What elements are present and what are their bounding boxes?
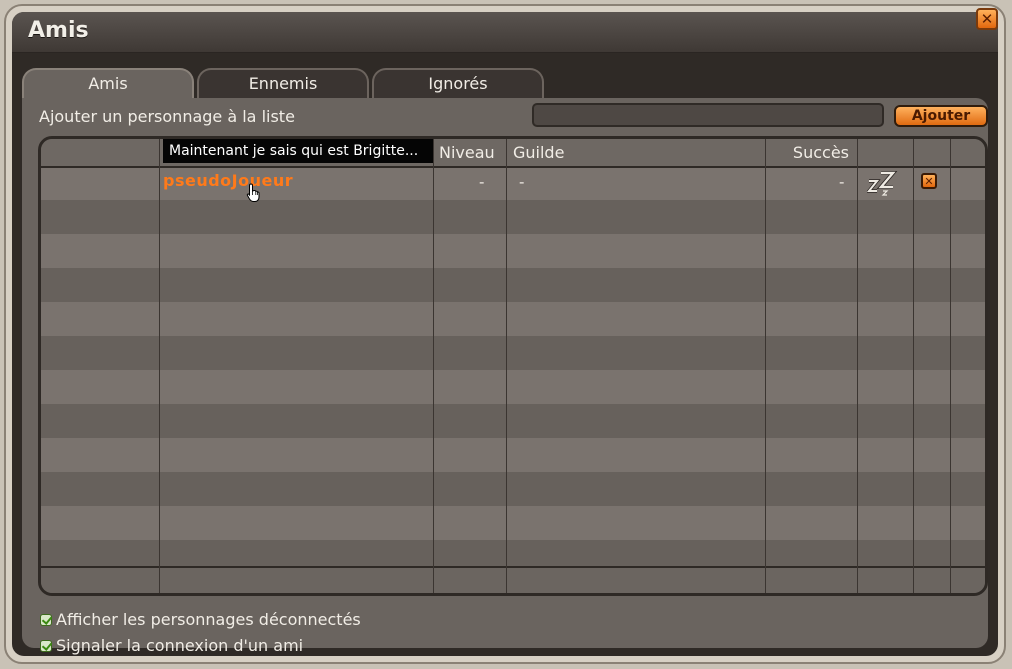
checkbox-checked-icon[interactable] <box>40 613 52 626</box>
table-row <box>41 438 985 472</box>
table-rows <box>41 166 985 574</box>
friend-success: - <box>839 173 845 191</box>
table-row <box>41 370 985 404</box>
table-row <box>41 268 985 302</box>
remove-friend-icon[interactable]: ✕ <box>921 173 937 189</box>
friends-panel: Ajouter un personnage à la liste Ajouter <box>22 98 988 655</box>
table-row <box>41 472 985 506</box>
friend-level: - <box>479 173 485 191</box>
column-divider <box>950 139 951 593</box>
column-header-guilde[interactable]: Guilde <box>507 139 765 166</box>
column-header-succes[interactable]: Succès <box>765 139 857 166</box>
friends-table: Niveau Guilde Succès Maintenant je sais … <box>38 136 988 596</box>
option-show-offline-label: Afficher les personnages déconnectés <box>56 610 361 629</box>
column-divider <box>506 139 507 593</box>
sleep-icon <box>867 171 898 196</box>
table-row <box>41 506 985 540</box>
tab-ignores[interactable]: Ignorés <box>372 68 544 98</box>
tab-amis[interactable]: Amis <box>22 68 194 100</box>
friend-guild: - <box>519 173 525 191</box>
column-divider <box>433 139 434 593</box>
column-divider <box>857 139 858 593</box>
column-divider <box>913 139 914 593</box>
table-row <box>41 336 985 370</box>
close-window-button[interactable]: ✕ <box>976 8 998 30</box>
hand-cursor-icon <box>246 183 260 202</box>
table-row <box>41 200 985 234</box>
option-notify-connection[interactable]: Signaler la connexion d'un ami <box>40 636 303 655</box>
close-icon: ✕ <box>980 9 994 28</box>
column-header-niveau[interactable]: Niveau <box>433 139 506 166</box>
column-header-icon <box>41 139 159 166</box>
table-row <box>41 302 985 336</box>
window-title: Amis <box>28 18 89 43</box>
add-character-label: Ajouter un personnage à la liste <box>39 107 295 126</box>
name-tooltip: Maintenant je sais qui est Brigitte... <box>163 139 433 163</box>
window-body: Amis Amis Ennemis Ignorés Ajouter un per… <box>12 12 998 656</box>
add-character-input[interactable] <box>532 103 884 127</box>
friend-name[interactable]: pseudoJoueur <box>163 171 293 190</box>
title-bar: Amis <box>12 12 998 53</box>
table-row <box>41 404 985 438</box>
table-row <box>41 234 985 268</box>
friends-window: Amis Amis Ennemis Ignorés Ajouter un per… <box>4 4 1006 664</box>
checkbox-checked-icon[interactable] <box>40 639 52 652</box>
column-divider <box>765 139 766 593</box>
tab-ennemis[interactable]: Ennemis <box>197 68 369 98</box>
option-show-offline[interactable]: Afficher les personnages déconnectés <box>40 610 361 629</box>
option-notify-connection-label: Signaler la connexion d'un ami <box>56 636 304 655</box>
add-button[interactable]: Ajouter <box>894 105 988 127</box>
table-footer <box>41 566 985 593</box>
column-divider <box>159 139 160 593</box>
